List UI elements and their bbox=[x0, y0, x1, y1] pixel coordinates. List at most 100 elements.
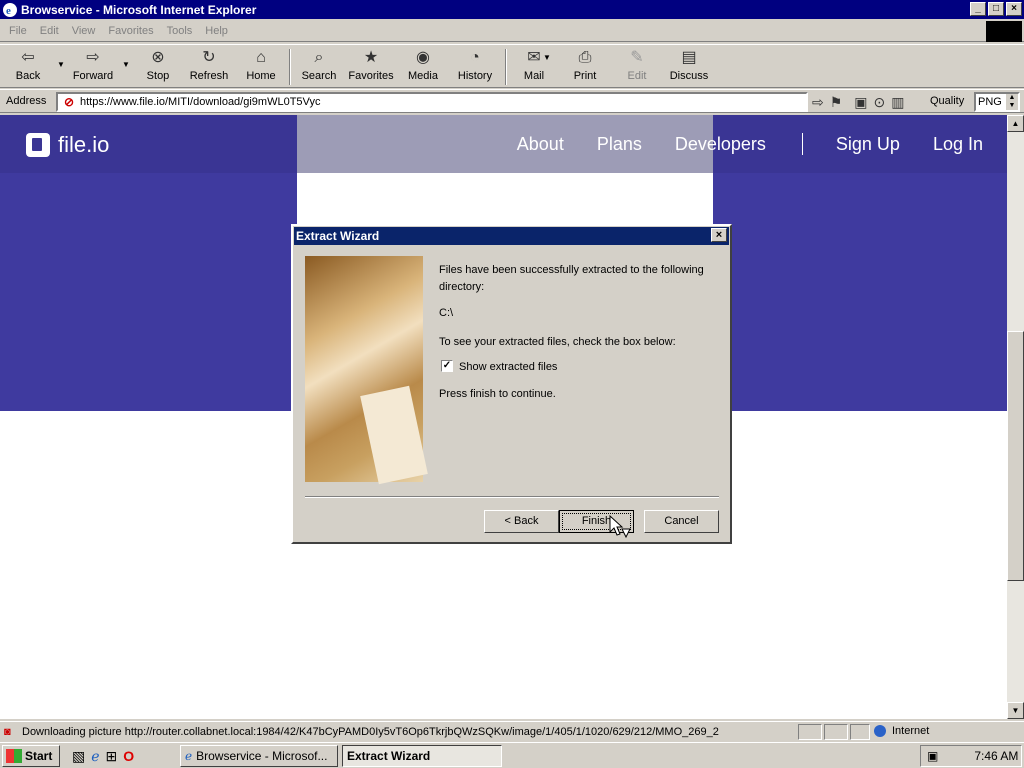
forward-dropdown-icon[interactable]: ▼ bbox=[122, 60, 130, 69]
toolbar-separator bbox=[505, 49, 507, 85]
bookmark-icon[interactable]: ⚑ bbox=[830, 94, 843, 111]
windows-logo-icon bbox=[6, 749, 22, 763]
mouse-pointer-icon bbox=[609, 515, 631, 539]
search-button[interactable]: ⌕ Search bbox=[298, 48, 340, 86]
show-files-label[interactable]: Show extracted files bbox=[459, 359, 557, 376]
scroll-up-icon[interactable]: ▲ bbox=[1007, 115, 1024, 132]
forward-arrow-icon: ⇨ bbox=[86, 49, 100, 66]
dialog-title: Extract Wizard bbox=[294, 227, 729, 245]
start-button[interactable]: Start bbox=[2, 745, 60, 767]
refresh-icon: ↻ bbox=[202, 49, 216, 66]
address-label: Address bbox=[6, 95, 47, 107]
menu-favorites[interactable]: Favorites bbox=[108, 25, 153, 37]
quality-spinner-icon[interactable]: ▲ ▼ bbox=[1006, 94, 1018, 110]
address-url[interactable]: https://www.file.io/MITI/download/gi9mWL… bbox=[80, 96, 320, 108]
status-panel bbox=[798, 724, 822, 740]
dialog-close-icon[interactable]: × bbox=[711, 228, 727, 242]
search-icon: ⌕ bbox=[314, 49, 324, 66]
binoculars-icon[interactable]: ⊙ bbox=[874, 94, 886, 111]
show-desktop-icon[interactable]: ▧ bbox=[72, 748, 85, 765]
ie-app-icon: e bbox=[2, 2, 18, 18]
opera-icon[interactable]: O bbox=[123, 748, 134, 765]
wizard-folder-image bbox=[305, 256, 428, 485]
dialog-separator bbox=[305, 496, 719, 498]
dialog-message: Files have been successfully extracted t… bbox=[439, 264, 704, 293]
address-bar: Address ⊘ https://www.file.io/MITI/downl… bbox=[0, 89, 1024, 113]
window-title: Browservice - Microsoft Internet Explore… bbox=[21, 2, 257, 17]
back-wizard-button[interactable]: < Back bbox=[484, 510, 559, 533]
cancel-button[interactable]: Cancel bbox=[644, 510, 719, 533]
home-icon: ⌂ bbox=[256, 49, 266, 66]
history-button[interactable]: ◔ History bbox=[454, 48, 496, 86]
edit-button[interactable]: ✎ Edit bbox=[620, 48, 654, 86]
quality-value: PNG bbox=[978, 96, 1002, 108]
tray-network-icon[interactable]: ▣ bbox=[927, 749, 938, 763]
taskbar-item-browservice[interactable]: ℯ Browservice - Microsof... bbox=[180, 745, 338, 767]
extract-wizard-dialog: Extract Wizard × Files have been success… bbox=[291, 224, 732, 544]
system-tray: ▣ 7:46 AM bbox=[920, 745, 1022, 767]
status-panel bbox=[850, 724, 870, 740]
stop-button[interactable]: ⊗ Stop bbox=[140, 48, 176, 86]
dialog-hint: To see your extracted files, check the b… bbox=[439, 336, 676, 348]
menu-edit[interactable]: Edit bbox=[40, 25, 59, 37]
minimize-button[interactable]: _ bbox=[970, 2, 986, 16]
file-io-logo-icon bbox=[26, 133, 50, 157]
scroll-thumb[interactable] bbox=[1007, 331, 1024, 581]
close-window-button[interactable]: × bbox=[1006, 2, 1022, 16]
network-icon[interactable]: ⊞ bbox=[106, 748, 118, 765]
edit-icon: ✎ bbox=[630, 49, 644, 66]
go-arrow-icon[interactable]: ⇨ bbox=[812, 94, 824, 111]
favorites-button[interactable]: ★ Favorites bbox=[346, 48, 396, 86]
page-blocked-icon: ⊘ bbox=[63, 95, 75, 109]
taskbar-item-extract-wizard[interactable]: Extract Wizard bbox=[342, 745, 502, 767]
nav-log-in[interactable]: Log In bbox=[933, 134, 983, 155]
nav-plans[interactable]: Plans bbox=[597, 134, 642, 155]
address-input[interactable]: ⊘ https://www.file.io/MITI/download/gi9m… bbox=[56, 92, 808, 112]
quality-label: Quality bbox=[930, 95, 965, 107]
refresh-button[interactable]: ↻ Refresh bbox=[186, 48, 232, 86]
menu-view[interactable]: View bbox=[72, 25, 96, 37]
show-files-checkbox[interactable]: ✓ bbox=[441, 360, 453, 372]
nav-divider bbox=[801, 133, 803, 155]
menu-file[interactable]: File bbox=[9, 25, 27, 37]
media-button[interactable]: ◉ Media bbox=[404, 48, 442, 86]
mail-dropdown-icon[interactable]: ▼ bbox=[543, 53, 551, 62]
site-logo[interactable]: file.io bbox=[26, 132, 109, 158]
discuss-button[interactable]: ▤ Discuss bbox=[668, 48, 710, 86]
discuss-icon: ▤ bbox=[681, 49, 697, 66]
view-icon[interactable]: ▣ bbox=[854, 94, 867, 111]
home-button[interactable]: ⌂ Home bbox=[242, 48, 280, 86]
nav-developers[interactable]: Developers bbox=[675, 134, 766, 155]
history-icon: ◔ bbox=[470, 49, 480, 66]
forward-button[interactable]: ⇨ Forward bbox=[68, 48, 118, 86]
printer-icon: ⎙ bbox=[578, 49, 592, 66]
clock: 7:46 AM bbox=[974, 749, 1019, 763]
clipboard-icon[interactable]: ▥ bbox=[891, 94, 904, 111]
wizard-paper-sheet bbox=[360, 385, 428, 485]
nav-sign-up[interactable]: Sign Up bbox=[836, 134, 900, 155]
menu-tools[interactable]: Tools bbox=[167, 25, 193, 37]
menu-bar: File Edit View Favorites Tools Help bbox=[0, 21, 1024, 42]
back-dropdown-icon[interactable]: ▼ bbox=[57, 60, 65, 69]
dialog-directory: C:\ bbox=[439, 307, 454, 319]
ie-launch-icon[interactable]: ℯ bbox=[91, 748, 99, 765]
back-button[interactable]: ⇦ Back bbox=[8, 48, 48, 86]
nav-about[interactable]: About bbox=[517, 134, 564, 155]
windows-flag-logo bbox=[986, 21, 1022, 42]
print-button[interactable]: ⎙ Print bbox=[568, 48, 602, 86]
internet-globe-icon bbox=[874, 725, 886, 737]
maximize-button[interactable]: □ bbox=[988, 2, 1004, 16]
favorites-folder-icon: ★ bbox=[363, 49, 379, 66]
menu-help[interactable]: Help bbox=[205, 25, 228, 37]
status-bar: ◙ Downloading picture http://router.coll… bbox=[0, 721, 1024, 741]
status-text: Downloading picture http://router.collab… bbox=[22, 725, 719, 738]
taskbar: Start ▧ ℯ ⊞ O ℯ Browservice - Microsof..… bbox=[0, 742, 1024, 768]
media-globe-icon: ◉ bbox=[416, 49, 430, 66]
back-arrow-icon: ⇦ bbox=[21, 49, 35, 66]
scroll-down-icon[interactable]: ▼ bbox=[1007, 702, 1024, 719]
quality-select[interactable]: PNG ▲ ▼ bbox=[974, 92, 1020, 112]
vertical-scrollbar[interactable]: ▲ ▼ bbox=[1007, 115, 1024, 719]
stop-icon: ⊗ bbox=[151, 49, 165, 66]
toolbar-separator bbox=[289, 49, 291, 85]
standard-toolbar: ⇦ Back ▼ ⇨ Forward ▼ ⊗ Stop ↻ Refresh ⌂ … bbox=[0, 44, 1024, 88]
